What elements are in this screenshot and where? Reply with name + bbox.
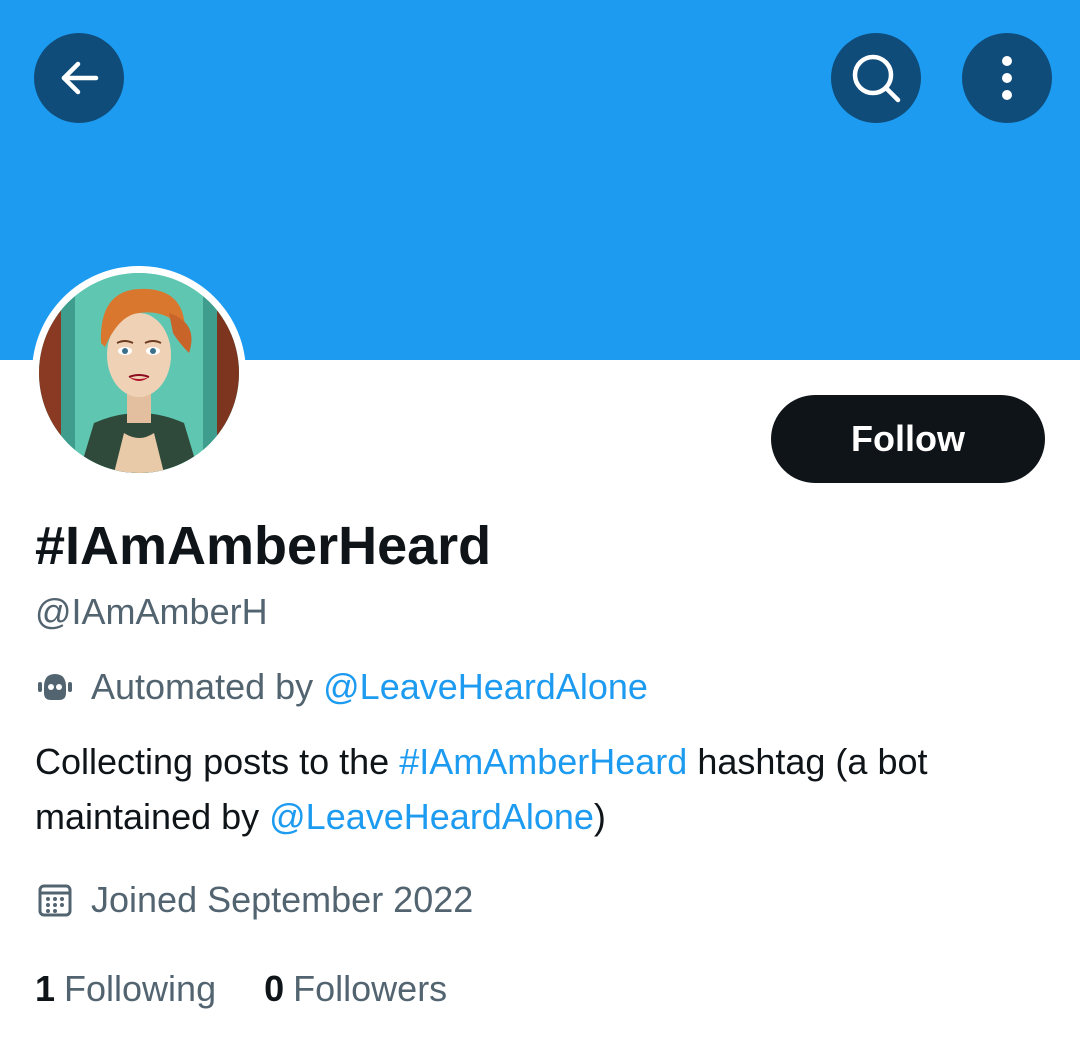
calendar-icon [35,880,75,920]
follow-button[interactable]: Follow [771,395,1045,483]
profile-avatar[interactable] [32,266,246,480]
following-count: 1 [35,968,56,1009]
automated-by-prefix: Automated by [91,666,324,707]
joined-date: Joined September 2022 [35,877,473,923]
profile-bio: Collecting posts to the #IAmAmberHeard h… [35,734,1045,844]
more-options-button[interactable] [962,33,1052,123]
avatar-portrait-image [39,273,239,473]
more-vertical-icon [1002,56,1012,100]
following-link[interactable]: 1 Following [35,968,216,1010]
following-label: Following [64,968,217,1009]
followers-count: 0 [264,968,285,1009]
arrow-left-icon [61,61,99,95]
bot-icon [35,667,75,707]
bio-mention-link[interactable]: @LeaveHeardAlone [269,796,594,837]
automated-by-label: Automated by @LeaveHeardAlone [35,664,648,710]
avatar [39,273,239,473]
search-icon [852,54,901,103]
followers-link[interactable]: 0 Followers [264,968,447,1010]
profile-display-name: #IAmAmberHeard [35,516,492,576]
automated-by-account-link[interactable]: @LeaveHeardAlone [323,666,648,708]
profile-handle: @IAmAmberH [35,591,268,632]
bio-text-3: ) [593,796,606,837]
bio-hashtag-link[interactable]: #IAmAmberHeard [399,741,687,782]
profile-stats: 1 Following 0 Followers [35,966,495,1012]
search-button[interactable] [831,33,921,123]
followers-label: Followers [293,968,448,1009]
bio-text-1: Collecting posts to the [35,741,400,782]
back-button[interactable] [34,33,124,123]
joined-date-text: Joined September 2022 [91,879,474,920]
